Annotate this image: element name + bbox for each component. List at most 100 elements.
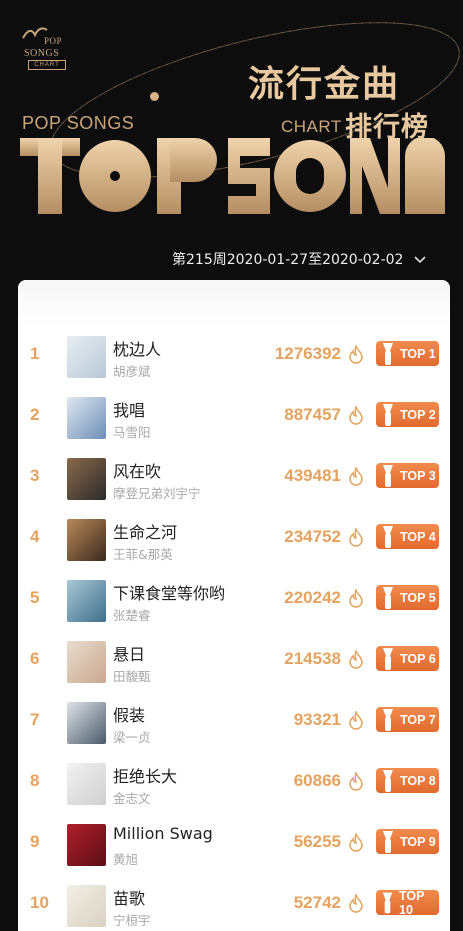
artist-name: 梁一贞 — [113, 730, 151, 745]
chevron-down-icon — [414, 256, 427, 264]
album-cover[interactable] — [67, 641, 106, 683]
song-title[interactable]: 拒绝长大 — [113, 763, 177, 787]
heat-score: 214538 — [284, 649, 341, 668]
top-rank-label: TOP 1 — [400, 346, 436, 361]
heat-score: 60866 — [293, 771, 341, 790]
top-rank-badge[interactable]: TOP 10 — [376, 888, 439, 917]
chart-entry-row[interactable]: 8 拒绝长大 金志文 60866 TOP 8 — [18, 755, 450, 815]
song-title[interactable]: 下课食堂等你哟 — [113, 580, 225, 604]
artist-name: 胡彦斌 — [113, 364, 151, 379]
medal-icon — [382, 892, 393, 913]
flame-icon — [349, 833, 363, 852]
song-title[interactable]: 风在吹 — [113, 458, 161, 482]
rank-number: 4 — [30, 527, 40, 546]
logo-line-songs: SONGS — [24, 48, 60, 59]
album-cover[interactable] — [67, 885, 106, 927]
medal-icon — [383, 769, 393, 792]
top-rank-label: TOP 9 — [400, 834, 436, 849]
medal-icon — [383, 403, 393, 426]
chart-entry-row[interactable]: 10 苗歌 宁桓宇 52742 TOP 10 — [18, 877, 450, 931]
flame-icon — [349, 711, 363, 730]
album-cover[interactable] — [67, 702, 106, 744]
decorative-dot — [150, 92, 159, 101]
card-header-shade — [18, 280, 450, 328]
heat-score: 887457 — [284, 405, 341, 424]
album-cover[interactable] — [67, 580, 106, 622]
album-cover[interactable] — [67, 824, 106, 866]
chart-entry-row[interactable]: 4 生命之河 王菲&那英 234752 TOP 4 — [18, 511, 450, 571]
rank-number: 7 — [30, 710, 40, 729]
artist-name: 黄旭 — [113, 852, 139, 867]
top-rank-badge[interactable]: TOP 3 — [376, 463, 439, 488]
album-cover[interactable] — [67, 763, 106, 805]
song-title[interactable]: 枕边人 — [113, 336, 161, 360]
rank-number: 10 — [30, 893, 49, 912]
medal-icon — [383, 830, 393, 853]
top-rank-badge[interactable]: TOP 9 — [376, 829, 439, 854]
top-rank-label: TOP 10 — [399, 888, 425, 917]
logo-line-pop: POP — [44, 36, 63, 46]
chart-entry-row[interactable]: 6 悬日 田馥甄 214538 TOP 6 — [18, 633, 450, 693]
chart-entry-row[interactable]: 1 枕边人 胡彦斌 1276392 TOP 1 — [18, 328, 450, 388]
rank-number: 6 — [30, 649, 40, 668]
top-rank-badge[interactable]: TOP 7 — [376, 707, 439, 732]
rank-number: 8 — [30, 771, 40, 790]
heat-score: 52742 — [293, 893, 341, 912]
album-cover[interactable] — [67, 336, 106, 378]
song-title[interactable]: 苗歌 — [113, 885, 145, 909]
heat-score: 1276392 — [274, 344, 341, 363]
artist-name: 摩登兄弟刘宇宁 — [113, 486, 201, 501]
heat-score: 220242 — [284, 588, 341, 607]
medal-icon — [383, 586, 393, 609]
top-rank-label: TOP 6 — [400, 651, 436, 666]
flame-icon — [349, 528, 363, 547]
artist-name: 田馥甄 — [113, 669, 151, 684]
artist-name: 宁桓宇 — [113, 913, 151, 928]
week-selector-label: 第215周2020-01-27至2020-02-02 — [172, 252, 404, 268]
top-rank-badge[interactable]: TOP 8 — [376, 768, 439, 793]
week-selector[interactable]: 第215周2020-01-27至2020-02-02 — [172, 249, 427, 269]
top-rank-badge[interactable]: TOP 6 — [376, 646, 439, 671]
medal-icon — [383, 342, 393, 365]
top-rank-label: TOP 7 — [400, 712, 436, 727]
chart-entry-row[interactable]: 9 Million Swag 黄旭 56255 TOP 9 — [18, 816, 450, 876]
top-rank-badge[interactable]: TOP 4 — [376, 524, 439, 549]
song-title[interactable]: 悬日 — [113, 641, 145, 665]
heat-score: 93321 — [293, 710, 341, 729]
rank-number: 5 — [30, 588, 40, 607]
chart-entry-row[interactable]: 3 风在吹 摩登兄弟刘宇宁 439481 TOP 3 — [18, 450, 450, 510]
top-rank-badge[interactable]: TOP 2 — [376, 402, 439, 427]
heat-score: 56255 — [293, 832, 341, 851]
logo-line-chart: CHART — [28, 60, 66, 70]
chart-entry-row[interactable]: 5 下课食堂等你哟 张楚睿 220242 TOP 5 — [18, 572, 450, 632]
hero-header: POP SONGS CHART 流行金曲 POP SONGS CHART 排行榜 — [0, 0, 463, 280]
chart-entry-row[interactable]: 2 我唱 马雪阳 887457 TOP 2 — [18, 389, 450, 449]
album-cover[interactable] — [67, 458, 106, 500]
song-title[interactable]: 生命之河 — [113, 519, 177, 543]
artist-name: 张楚睿 — [113, 608, 151, 623]
artist-name: 金志文 — [113, 791, 151, 806]
top-rank-badge[interactable]: TOP 5 — [376, 585, 439, 610]
top-rank-badge[interactable]: TOP 1 — [376, 341, 439, 366]
pop-songs-label: POP SONGS — [22, 113, 135, 133]
rank-number: 3 — [30, 466, 40, 485]
medal-icon — [383, 464, 393, 487]
chart-list: 1 枕边人 胡彦斌 1276392 TOP 1 2 我唱 马雪阳 887457 — [18, 280, 450, 931]
flame-icon — [349, 406, 363, 425]
song-title[interactable]: Million Swag — [113, 824, 213, 843]
album-cover[interactable] — [67, 397, 106, 439]
song-title[interactable]: 我唱 — [113, 397, 145, 421]
flame-icon — [349, 589, 363, 608]
top-rank-label: TOP 4 — [400, 529, 436, 544]
flame-icon — [349, 467, 363, 486]
medal-icon — [383, 708, 393, 731]
album-cover[interactable] — [67, 519, 106, 561]
rank-number: 1 — [30, 344, 40, 363]
flame-icon — [349, 894, 363, 913]
chart-entry-row[interactable]: 7 假装 梁一贞 93321 TOP 7 — [18, 694, 450, 754]
flame-icon — [349, 345, 363, 364]
flame-icon — [349, 650, 363, 669]
top-rank-label: TOP 2 — [400, 407, 436, 422]
heat-score: 234752 — [284, 527, 341, 546]
song-title[interactable]: 假装 — [113, 702, 145, 726]
